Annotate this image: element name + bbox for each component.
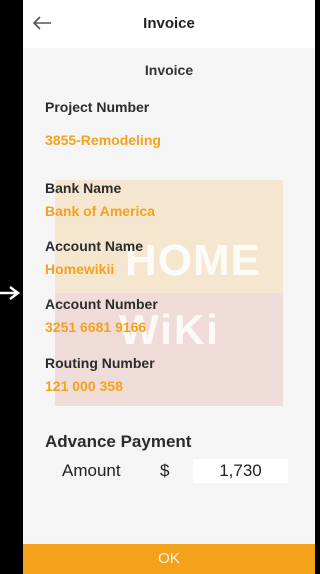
bank-name-value: Bank of America xyxy=(45,203,155,219)
invoice-subtitle: Invoice xyxy=(144,62,194,78)
page-title: Invoice xyxy=(143,15,195,32)
app-header: Invoice xyxy=(23,0,315,48)
advance-payment-title: Advance Payment xyxy=(45,432,192,451)
ok-button[interactable]: OK xyxy=(23,544,315,574)
arrow-right-icon xyxy=(0,286,21,300)
amount-label: Amount xyxy=(62,461,121,480)
routing-number-label: Routing Number xyxy=(45,355,155,371)
account-name-label: Account Name xyxy=(45,238,144,254)
amount-input[interactable] xyxy=(193,459,288,483)
account-number-label: Account Number xyxy=(45,296,158,312)
currency-symbol: $ xyxy=(160,461,170,480)
account-number-value: 3251 6681 9166 xyxy=(45,319,147,335)
watermark-text-home: HOME xyxy=(125,236,261,285)
project-number-value: 3855-Remodeling xyxy=(45,132,161,148)
project-number-label: Project Number xyxy=(45,99,150,115)
account-name-value: Homewikii xyxy=(45,261,115,277)
invoice-screen: Invoice Invoice Project Number 3855-Remo… xyxy=(23,0,315,574)
bank-name-label: Bank Name xyxy=(45,180,122,196)
routing-number-value: 121 000 358 xyxy=(45,378,123,394)
